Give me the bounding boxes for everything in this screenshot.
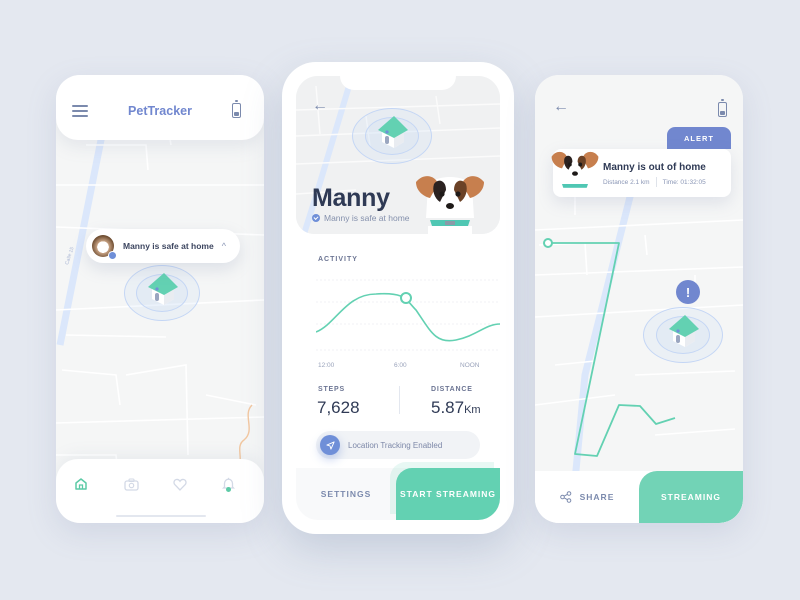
share-button[interactable]: SHARE	[535, 471, 639, 523]
tracking-label: Location Tracking Enabled	[348, 440, 443, 450]
alert-tab[interactable]: ALERT	[667, 127, 731, 149]
screen-pet-profile: ← Manny Manny is safe at home ACTIVITY 1…	[282, 62, 514, 534]
battery-icon	[232, 100, 241, 118]
notification-badge	[226, 487, 231, 492]
bottom-nav	[56, 459, 264, 523]
pet-photo	[410, 168, 490, 234]
activity-point	[400, 292, 412, 304]
chevron-up-icon[interactable]: ^	[222, 241, 226, 251]
pet-avatar	[92, 235, 117, 260]
distance-value: 5.87Km	[431, 398, 481, 418]
location-tracking-toggle[interactable]: Location Tracking Enabled	[316, 431, 480, 459]
app-header: PetTracker	[56, 75, 264, 140]
home-icon	[75, 478, 87, 490]
alert-meta: Distance 2.1 km Time: 01:32:05	[603, 177, 706, 187]
alert-time: Time: 01:32:05	[662, 179, 706, 186]
activity-label: ACTIVITY	[318, 256, 358, 263]
nav-camera[interactable]	[120, 473, 142, 495]
home-indicator	[116, 515, 206, 517]
camera-icon	[123, 477, 139, 491]
house-icon	[378, 116, 408, 148]
screen-map-home: Calle 15 PetTracker Manny is safe at hom…	[56, 75, 264, 523]
steps-value: 7,628	[317, 398, 360, 417]
nav-favorites[interactable]	[169, 473, 191, 495]
action-bar: SHARE STREAMING	[535, 471, 743, 523]
verified-check-icon	[108, 251, 117, 260]
streaming-button[interactable]: STREAMING	[639, 471, 743, 523]
warning-icon[interactable]: !	[676, 280, 700, 304]
pet-header-card: ← Manny Manny is safe at home	[296, 76, 500, 234]
distance-unit: Km	[464, 404, 481, 416]
device-notch	[340, 76, 456, 90]
start-streaming-button[interactable]: START STREAMING	[396, 468, 500, 520]
route-start-point	[543, 238, 553, 248]
distance-number: 5.87	[431, 398, 465, 417]
alert-card[interactable]: Manny is out of home Distance 2.1 km Tim…	[551, 149, 731, 197]
pet-status: Manny is safe at home	[312, 213, 410, 223]
tick-label: 12:00	[318, 362, 335, 369]
pet-name: Manny	[312, 184, 390, 212]
house-icon	[148, 273, 178, 305]
pet-photo	[549, 145, 601, 202]
screen-alert-route: ← ALERT Manny is out of home Distance 2.…	[535, 75, 743, 523]
pet-status-pill[interactable]: Manny is safe at home ^	[86, 229, 240, 263]
heart-icon	[173, 478, 187, 491]
tick-label: 6:00	[394, 362, 407, 369]
tick-label: NOON	[460, 362, 480, 369]
distance-label: DISTANCE	[431, 386, 473, 393]
share-icon	[559, 491, 571, 503]
alert-distance: Distance 2.1 km	[603, 179, 650, 186]
navigation-arrow-icon	[320, 435, 340, 455]
stats-divider	[399, 386, 400, 414]
pet-status-text: Manny is safe at home	[123, 241, 214, 251]
alert-title: Manny is out of home	[603, 162, 706, 173]
back-arrow-icon[interactable]: ←	[553, 99, 569, 115]
activity-chart[interactable]	[315, 274, 500, 370]
settings-button[interactable]: SETTINGS	[296, 468, 396, 520]
house-icon	[669, 315, 699, 347]
share-label: SHARE	[579, 492, 615, 502]
verified-check-icon	[312, 214, 320, 222]
action-bar: SETTINGS START STREAMING	[296, 468, 500, 520]
pet-status-text: Manny is safe at home	[324, 213, 410, 223]
back-arrow-icon[interactable]: ←	[312, 98, 328, 114]
steps-label: STEPS	[318, 386, 345, 393]
nav-home[interactable]	[70, 473, 92, 495]
battery-icon	[718, 99, 727, 117]
